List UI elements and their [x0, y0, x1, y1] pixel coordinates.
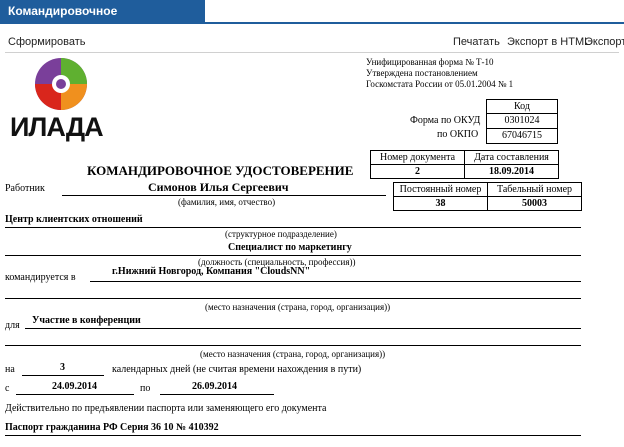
permanent-number-header: Постоянный номер [393, 182, 488, 197]
ilada-logo: ИЛАДА [8, 56, 108, 142]
toolbar-divider [5, 52, 619, 53]
tab-bar: Командировочное удостоверение [0, 0, 624, 40]
okud-value: 0301024 [486, 113, 558, 129]
logo-text: ИЛАДА [10, 112, 104, 142]
department-caption: (структурное подразделение) [225, 229, 337, 239]
position-line [5, 255, 581, 256]
generate-button[interactable]: Сформировать [8, 36, 86, 48]
duration-suffix: календарных дней (не считая времени нахо… [112, 364, 362, 375]
purpose-line-2 [5, 345, 581, 346]
period-to-label: по [140, 383, 151, 394]
employee-name: Симонов Илья Сергеевич [148, 180, 289, 194]
tab-number-value: 50003 [487, 196, 582, 211]
export-html-button[interactable]: Экспорт в HTML [507, 36, 590, 48]
passport-text: Паспорт гражданина РФ Серия 36 10 № 4103… [5, 422, 219, 433]
destination-line [90, 281, 581, 282]
document-title: КОМАНДИРОВОЧНОЕ УДОСТОВЕРЕНИЕ [87, 163, 354, 178]
department-line [5, 227, 581, 228]
okpo-label: по ОКПО [437, 129, 479, 140]
duration-days-line [22, 375, 104, 376]
period-from-label: с [5, 383, 10, 394]
okud-label: Форма по ОКУД [410, 115, 481, 126]
permanent-number-value: 38 [393, 196, 488, 211]
period-from-value: 24.09.2014 [52, 381, 97, 392]
purpose-line [25, 328, 581, 329]
destination-label: командируется в [5, 272, 76, 283]
validity-text: Действительно по предъявлении паспорта и… [5, 403, 327, 414]
position-value: Специалист по маркетингу [228, 242, 352, 253]
export-button[interactable]: Экспорт [585, 36, 624, 48]
doc-number-header: Номер документа [370, 150, 465, 165]
doc-date-value: 18.09.2014 [464, 164, 559, 179]
print-button[interactable]: Печатать [453, 36, 500, 48]
passport-line [5, 435, 581, 436]
destination-value: г.Нижний Новгород, Компания "CloudsNN" [112, 266, 311, 277]
form-header-line2: Утверждена постановлением [366, 68, 478, 78]
report-toolbar: Сформировать Печатать Экспорт в HTML Экс… [0, 32, 624, 52]
employee-label: Работник [5, 183, 45, 194]
employee-name-caption: (фамилия, имя, отчество) [178, 197, 276, 207]
form-header-line1: Унифицированная форма № Т-10 [366, 57, 494, 67]
tab-travel-certificate[interactable]: Командировочное удостоверение [0, 0, 205, 40]
okpo-value: 67046715 [486, 128, 558, 144]
duration-days: 3 [60, 362, 65, 373]
department-value: Центр клиентских отношений [5, 214, 143, 225]
code-header: Код [486, 99, 558, 114]
period-to-value: 26.09.2014 [192, 381, 237, 392]
destination-line-2 [5, 298, 581, 299]
duration-prefix: на [5, 364, 15, 375]
destination-caption: (место назначения (страна, город, органи… [205, 302, 391, 312]
doc-number-value: 2 [370, 164, 465, 179]
puzzle-logo-icon [35, 58, 87, 110]
doc-date-header: Дата составления [464, 150, 559, 165]
purpose-caption: (место назначения (страна, город, органи… [200, 349, 386, 359]
tab-number-header: Табельный номер [487, 182, 582, 197]
employee-name-line [62, 195, 386, 196]
purpose-label: для [5, 320, 20, 331]
period-from-line [16, 394, 134, 395]
period-to-line [160, 394, 274, 395]
form-header-line3: Госкомстата России от 05.01.2004 № 1 [366, 79, 514, 89]
purpose-value: Участие в конференции [32, 315, 141, 326]
